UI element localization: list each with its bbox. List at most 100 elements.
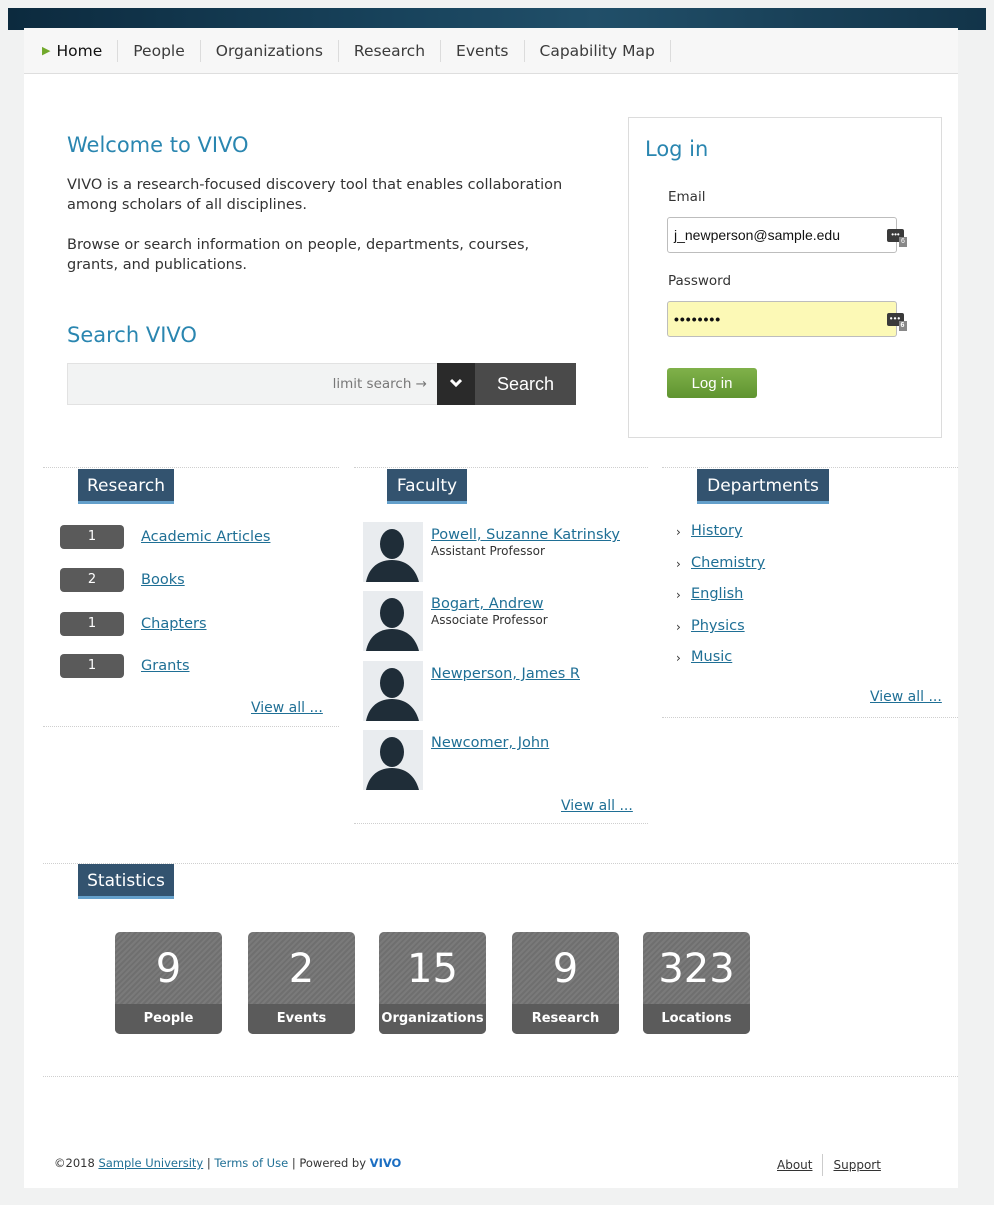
departments-bottom-divider bbox=[662, 717, 958, 718]
stat-label: Research bbox=[512, 1004, 619, 1034]
email-label: Email bbox=[668, 189, 706, 205]
statistics-heading: Statistics bbox=[78, 864, 174, 899]
chevron-right-icon: › bbox=[676, 588, 681, 602]
faculty-avatar[interactable] bbox=[363, 522, 423, 582]
footer-separator: | bbox=[291, 1156, 296, 1170]
statistics-bottom-divider bbox=[43, 1076, 958, 1077]
person-silhouette-icon bbox=[366, 598, 419, 651]
powered-by-text: Powered by bbox=[299, 1156, 367, 1170]
department-link-music[interactable]: Music bbox=[691, 649, 732, 665]
research-link-grants[interactable]: Grants bbox=[141, 658, 190, 674]
statistics-top-divider bbox=[43, 863, 958, 864]
research-link-academic-articles[interactable]: Academic Articles bbox=[141, 529, 270, 545]
faculty-name-link[interactable]: Newperson, James R bbox=[431, 666, 580, 682]
department-link-history[interactable]: History bbox=[691, 523, 743, 539]
department-link-physics[interactable]: Physics bbox=[691, 618, 745, 634]
faculty-heading: Faculty bbox=[387, 469, 467, 504]
research-link-books[interactable]: Books bbox=[141, 572, 185, 588]
count-badge: 1 bbox=[60, 525, 124, 549]
research-view-all-link[interactable]: View all ... bbox=[251, 700, 323, 716]
terms-of-use-link[interactable]: Terms of Use bbox=[214, 1156, 288, 1170]
page-container: ▶ Home People Organizations Research Eve… bbox=[24, 28, 958, 1188]
faculty-title: Associate Professor bbox=[431, 613, 548, 627]
search-title: Search VIVO bbox=[67, 323, 197, 347]
department-link-chemistry[interactable]: Chemistry bbox=[691, 555, 765, 571]
stat-tile-organizations[interactable]: 15 Organizations bbox=[379, 932, 486, 1034]
stat-value: 9 bbox=[552, 946, 579, 992]
faculty-bottom-divider bbox=[354, 823, 648, 824]
stat-value: 323 bbox=[658, 946, 735, 992]
count-badge: 2 bbox=[60, 568, 124, 592]
person-silhouette-icon bbox=[366, 737, 419, 790]
faculty-name-link[interactable]: Newcomer, John bbox=[431, 735, 549, 751]
limit-search-label: limit search → bbox=[332, 376, 427, 392]
primary-nav: ▶ Home People Organizations Research Eve… bbox=[24, 28, 958, 74]
nav-people[interactable]: People bbox=[118, 39, 201, 62]
faculty-avatar[interactable] bbox=[363, 730, 423, 790]
login-panel: Log in Email j_newperson@sample.edu ••• 6… bbox=[628, 117, 942, 438]
vivo-link[interactable]: VIVO bbox=[370, 1156, 402, 1170]
faculty-top-divider bbox=[354, 467, 648, 468]
footer-copyright: ©2018 Sample University | Terms of Use |… bbox=[54, 1156, 401, 1170]
faculty-avatar[interactable] bbox=[363, 591, 423, 651]
departments-heading: Departments bbox=[697, 469, 829, 504]
welcome-paragraph-2: Browse or search information on people, … bbox=[67, 237, 530, 273]
nav-home-label: Home bbox=[56, 41, 103, 60]
email-field[interactable]: j_newperson@sample.edu ••• 6 bbox=[667, 217, 907, 253]
stat-tile-research[interactable]: 9 Research bbox=[512, 932, 619, 1034]
copyright-text: ©2018 bbox=[54, 1156, 95, 1170]
stat-label: Organizations bbox=[379, 1004, 486, 1034]
email-value: j_newperson@sample.edu bbox=[674, 227, 840, 243]
stat-value: 15 bbox=[407, 946, 458, 992]
login-title: Log in bbox=[645, 137, 709, 161]
chevron-right-icon: › bbox=[676, 557, 681, 571]
nav-capability-map[interactable]: Capability Map bbox=[525, 39, 671, 62]
active-arrow-icon: ▶ bbox=[42, 43, 51, 57]
nav-organizations[interactable]: Organizations bbox=[201, 39, 339, 62]
person-silhouette-icon bbox=[366, 529, 419, 582]
password-value: •••••••• bbox=[674, 311, 722, 327]
nav-home[interactable]: ▶ Home bbox=[24, 39, 119, 62]
departments-view-all-link[interactable]: View all ... bbox=[870, 689, 942, 705]
count-badge: 1 bbox=[60, 654, 124, 678]
faculty-title: Assistant Professor bbox=[431, 544, 545, 558]
welcome-text: VIVO is a research-focused discovery too… bbox=[67, 175, 577, 275]
password-label: Password bbox=[668, 273, 732, 289]
footer-links: About Support bbox=[777, 1154, 881, 1176]
department-link-english[interactable]: English bbox=[691, 586, 743, 602]
welcome-title: Welcome to VIVO bbox=[67, 133, 249, 157]
stat-tile-events[interactable]: 2 Events bbox=[248, 932, 355, 1034]
faculty-name-link[interactable]: Powell, Suzanne Katrinsky bbox=[431, 527, 620, 543]
header-banner bbox=[8, 8, 986, 30]
search-input[interactable]: limit search → bbox=[67, 363, 437, 405]
footer-divider bbox=[822, 1154, 824, 1176]
password-manager-icon[interactable]: ••• 6 bbox=[887, 313, 907, 331]
faculty-view-all-link[interactable]: View all ... bbox=[561, 798, 633, 814]
research-link-chapters[interactable]: Chapters bbox=[141, 616, 207, 632]
nav-research[interactable]: Research bbox=[339, 39, 442, 62]
password-field[interactable]: •••••••• ••• 6 bbox=[667, 301, 907, 337]
stat-value: 2 bbox=[288, 946, 315, 992]
limit-search-dropdown[interactable] bbox=[437, 363, 475, 405]
chevron-right-icon: › bbox=[676, 525, 681, 539]
chevron-right-icon: › bbox=[676, 620, 681, 634]
about-link[interactable]: About bbox=[777, 1158, 812, 1172]
university-link[interactable]: Sample University bbox=[98, 1156, 203, 1170]
search-button[interactable]: Search bbox=[475, 363, 576, 405]
password-manager-icon[interactable]: ••• 6 bbox=[887, 229, 907, 247]
faculty-name-link[interactable]: Bogart, Andrew bbox=[431, 596, 544, 612]
stat-label: Locations bbox=[643, 1004, 750, 1034]
chevron-down-icon bbox=[449, 376, 463, 392]
stat-tile-people[interactable]: 9 People bbox=[115, 932, 222, 1034]
research-top-divider bbox=[43, 467, 339, 468]
count-badge: 1 bbox=[60, 612, 124, 636]
stat-label: People bbox=[115, 1004, 222, 1034]
search-bar: limit search → Search bbox=[67, 363, 576, 405]
faculty-avatar[interactable] bbox=[363, 661, 423, 721]
nav-events[interactable]: Events bbox=[441, 39, 525, 62]
login-button[interactable]: Log in bbox=[667, 368, 757, 398]
footer-separator: | bbox=[206, 1156, 211, 1170]
support-link[interactable]: Support bbox=[833, 1158, 880, 1172]
stat-tile-locations[interactable]: 323 Locations bbox=[643, 932, 750, 1034]
chevron-right-icon: › bbox=[676, 651, 681, 665]
